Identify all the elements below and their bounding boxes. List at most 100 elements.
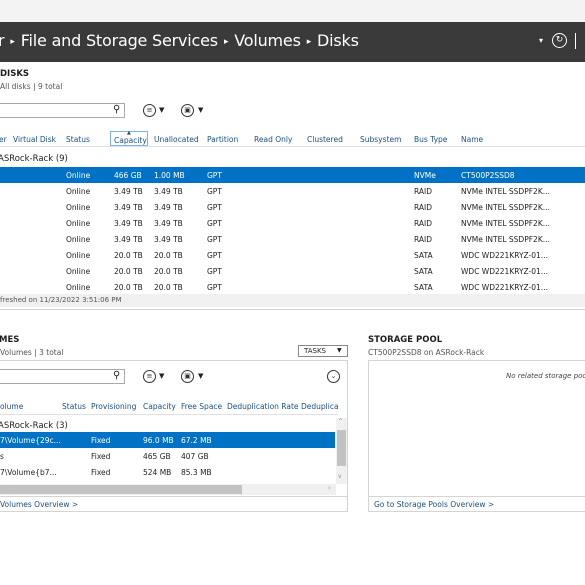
chevron-down-icon[interactable]: ▼ [159,106,164,114]
column-header[interactable]: Read Only [254,135,292,144]
table-cell: s [0,452,4,461]
tasks-label: TASKS [304,347,326,355]
disks-column-headers: er Virtual Disk Status ▲ Capacity Unalloc… [0,130,585,147]
table-cell: NVMe INTEL SSDPF2K... [461,187,550,196]
column-header[interactable]: Virtual Disk [13,135,56,144]
column-header[interactable]: Name [461,135,483,144]
expand-chevron-icon[interactable]: ⌄ [327,370,340,383]
column-header[interactable]: Deduplica [301,402,339,411]
chevron-down-icon[interactable]: ▼ [198,106,203,114]
table-cell: Online [66,219,91,228]
table-cell: 3.49 TB [154,219,183,228]
table-row[interactable]: s Fixed 465 GB 407 GB [0,448,335,464]
scroll-down-icon[interactable]: v [338,473,342,480]
volumes-subtitle: Volumes | 3 total [0,348,64,357]
horizontal-scrollbar[interactable]: › [0,484,336,495]
table-row[interactable]: 7\Volume{b7... Fixed 524 MB 85.3 MB [0,464,335,480]
table-cell: 3.49 TB [114,219,143,228]
table-cell: Online [66,283,91,292]
top-band [0,0,585,22]
table-cell: 524 MB [143,468,172,477]
column-header-sorted[interactable]: ▲ Capacity [110,130,148,146]
breadcrumb: r ▸ File and Storage Services ▸ Volumes ▸ Disk… [0,31,359,50]
dropdown-caret-icon[interactable]: ▾ [539,36,543,45]
table-row[interactable]: Online 20.0 TB 20.0 TB GPT SATA WDC WD221KRYZ… [0,263,585,279]
column-header[interactable]: Capacity [143,402,176,411]
column-header[interactable]: er [0,135,7,144]
table-cell: 3.49 TB [114,187,143,196]
chevron-down-icon[interactable]: ▼ [159,372,164,380]
table-cell: 96.0 MB [143,436,174,445]
save-query-icon[interactable]: ▣ [181,104,194,117]
column-header[interactable]: Subsystem [360,135,401,144]
volumes-footer: Volumes Overview > [0,496,347,512]
table-cell: SATA [414,267,433,276]
storage-pool-subtitle: CT500P2SSD8 on ASRock-Rack [368,348,485,357]
table-row[interactable]: Online 20.0 TB 20.0 TB GPT SATA WDC WD221KRYZ… [0,279,585,295]
table-cell: 20.0 TB [154,267,183,276]
column-header[interactable]: Status [62,402,86,411]
table-cell: WDC WD221KRYZ-01... [461,267,548,276]
column-header[interactable]: Provisioning [91,402,136,411]
table-cell: 1.00 MB [154,171,185,180]
column-header[interactable]: Partition [207,135,238,144]
sort-ascending-icon: ▲ [127,130,131,136]
column-header[interactable]: olume [0,402,23,411]
disks-subtitle: All disks | 9 total [0,82,63,91]
table-row[interactable]: Online 3.49 TB 3.49 TB GPT RAID NVMe INTEL SS… [0,183,585,199]
table-cell: NVMe INTEL SSDPF2K... [461,219,550,228]
volumes-search-input[interactable] [0,369,125,384]
volumes-column-headers: olume Status Provisioning Capacity Free … [0,398,339,415]
column-header[interactable]: Status [66,135,90,144]
scrollbar-thumb[interactable] [0,485,242,494]
breadcrumb-item[interactable]: Volumes [234,31,301,50]
column-header[interactable]: Free Space [181,402,222,411]
scrollbar-thumb[interactable] [337,430,346,466]
chevron-down-icon[interactable]: ▼ [198,372,203,380]
table-cell: Online [66,251,91,260]
search-icon[interactable]: ⚲ [113,104,120,115]
list-filter-icon[interactable]: ≡ [143,370,156,383]
volumes-tasks-button[interactable]: TASKS ▼ [298,345,348,357]
list-filter-icon[interactable]: ≡ [143,104,156,117]
table-cell: GPT [207,267,222,276]
table-row[interactable]: Online 466 GB 1.00 MB GPT NVMe CT500P2SSD8 [0,167,585,183]
scroll-right-icon[interactable]: › [328,484,331,492]
disks-status-bar: freshed on 11/23/2022 3:51:06 PM [0,294,585,307]
table-cell: SATA [414,251,433,260]
table-row[interactable]: Online 3.49 TB 3.49 TB GPT RAID NVMe INTEL SS… [0,215,585,231]
table-cell: 20.0 TB [154,283,183,292]
column-header[interactable]: Clustered [307,135,343,144]
vertical-scrollbar[interactable]: ^ v [336,418,347,484]
scroll-up-icon[interactable]: ^ [338,418,343,425]
column-header[interactable]: Deduplication Rate [227,402,299,411]
table-row[interactable]: Online 20.0 TB 20.0 TB GPT SATA WDC WD221KRYZ… [0,247,585,263]
column-header[interactable]: Bus Type [414,135,447,144]
breadcrumb-item[interactable]: File and Storage Services [21,31,218,50]
volumes-group-header[interactable]: ASRock-Rack (3) [0,421,68,431]
table-cell: 85.3 MB [181,468,212,477]
disks-title: DISKS [0,69,30,79]
table-cell: 3.49 TB [154,235,183,244]
table-cell: WDC WD221KRYZ-01... [461,251,548,260]
volumes-overview-link[interactable]: Volumes Overview > [0,500,78,509]
table-row[interactable]: Online 3.49 TB 3.49 TB GPT RAID NVMe INTEL SS… [0,199,585,215]
table-cell: 465 GB [143,452,171,461]
table-cell: 466 GB [114,171,142,180]
table-row[interactable]: Online 3.49 TB 3.49 TB GPT RAID NVMe INTEL SS… [0,231,585,247]
table-cell: GPT [207,251,222,260]
disks-search-input[interactable] [0,103,125,118]
disks-group-header[interactable]: ASRock-Rack (9) [0,154,68,164]
table-row[interactable]: 7\Volume{29c... Fixed 96.0 MB 67.2 MB [0,432,335,448]
table-cell: RAID [414,235,433,244]
storage-pools-overview-link[interactable]: Go to Storage Pools Overview > [374,500,494,509]
breadcrumb-item[interactable]: r [0,31,5,50]
column-header[interactable]: Unallocated [154,135,199,144]
storage-pool-title: STORAGE POOL [368,335,443,345]
table-cell: 67.2 MB [181,436,212,445]
refresh-icon[interactable]: ↻ [552,33,567,48]
search-icon[interactable]: ⚲ [113,370,120,381]
table-cell: WDC WD221KRYZ-01... [461,283,548,292]
save-query-icon[interactable]: ▣ [181,370,194,383]
table-cell: Fixed [91,468,111,477]
